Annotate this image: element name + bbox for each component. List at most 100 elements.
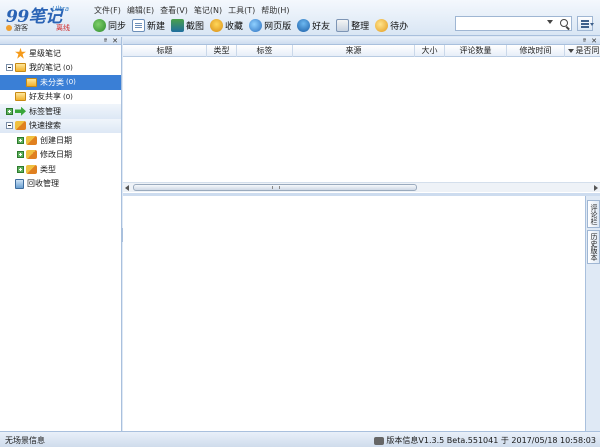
column-modified-time[interactable]: 修改时间: [507, 45, 565, 57]
scroll-thumb[interactable]: [133, 184, 417, 191]
expand-icon[interactable]: [6, 107, 13, 115]
tree-item[interactable]: 星级笔记: [0, 46, 121, 61]
sync-icon: [93, 18, 106, 32]
screenshot-icon: [171, 18, 185, 32]
top-bar: 99笔记 Ultra 游客 离线 文件(F) 编辑(E) 查看(V) 笔记(N)…: [0, 0, 600, 36]
menu-note[interactable]: 笔记(N): [194, 4, 228, 17]
close-icon[interactable]: ✕: [112, 37, 118, 45]
user-icon: [6, 25, 12, 31]
folder-icon: [15, 92, 26, 102]
note-list[interactable]: [123, 57, 600, 182]
quick-search-icon: [15, 121, 26, 131]
main-menu-button[interactable]: [577, 16, 594, 31]
tree-item[interactable]: 修改日期: [0, 148, 121, 163]
status-version: 版本信息V1.3.5 Beta.551041 于 2017/05/18 10:5…: [374, 435, 596, 446]
quick-search-icon: [26, 150, 37, 160]
scroll-right-icon[interactable]: [594, 185, 598, 191]
todo-label: 待办: [390, 21, 409, 32]
tree-item-label: 我的笔记: [29, 63, 61, 73]
pin-icon[interactable]: ª: [583, 37, 586, 45]
status-scene: 无场景信息: [5, 436, 45, 445]
tree-item-label: 标签管理: [29, 106, 61, 116]
expand-icon[interactable]: [17, 136, 24, 144]
menu-file[interactable]: 文件(F): [94, 4, 127, 17]
organize-button[interactable]: 整理: [335, 17, 374, 33]
column-synced[interactable]: 是否同: [575, 45, 600, 57]
menu-tools[interactable]: 工具(T): [228, 4, 261, 17]
list-panel-header: ª ✕: [123, 37, 600, 45]
column-header: 标题 类型 标签 来源 大小 评论数量 修改时间 是否同: [123, 45, 600, 57]
friends-label: 好友: [312, 21, 331, 32]
tree-item[interactable]: 标签管理: [0, 104, 121, 119]
search-icon[interactable]: [560, 19, 568, 27]
column-title[interactable]: 标题: [123, 45, 207, 57]
tree-item[interactable]: 未分类 (0): [0, 75, 121, 90]
tree-item-label: 未分类: [40, 77, 64, 87]
tree-item[interactable]: 回收管理: [0, 177, 121, 192]
toolbar: 同步 新建 截图 收藏 网页版 好友 整理 待办: [92, 17, 413, 33]
tree-item-label: 好友共享: [29, 92, 61, 102]
tree-item[interactable]: 类型: [0, 162, 121, 177]
tab-comments[interactable]: 评论栏: [587, 200, 600, 228]
note-list-panel: ª ✕ 标题 类型 标签 来源 大小 评论数量 修改时间 是否同: [123, 37, 600, 193]
logo-sub: Ultra: [52, 5, 69, 13]
favorite-icon: [210, 18, 224, 32]
user-status[interactable]: 游客: [6, 23, 28, 33]
user-name: 游客: [14, 24, 28, 32]
collapse-icon[interactable]: [6, 122, 13, 130]
column-type[interactable]: 类型: [207, 45, 237, 57]
sync-button[interactable]: 同步: [92, 17, 131, 33]
offline-status[interactable]: 离线: [56, 23, 70, 33]
tree-item[interactable]: 我的笔记 (0): [0, 61, 121, 76]
folder-icon: [15, 63, 26, 73]
star-icon: [15, 47, 26, 59]
recycle-bin-icon: [15, 178, 24, 189]
tree-item[interactable]: 创建日期: [0, 133, 121, 148]
new-note-button[interactable]: 新建: [131, 17, 170, 33]
tree-item[interactable]: 好友共享 (0): [0, 90, 121, 105]
search-input[interactable]: [456, 17, 552, 30]
column-comment-count[interactable]: 评论数量: [445, 45, 507, 57]
status-version-text: 版本信息V1.3.5 Beta.551041 于 2017/05/18 10:5…: [386, 436, 596, 445]
pin-icon[interactable]: ª: [104, 37, 107, 45]
sort-desc-icon: [568, 49, 574, 53]
new-note-icon: [132, 18, 146, 32]
tree-item-label: 快速搜索: [29, 121, 61, 131]
menu-edit[interactable]: 编辑(E): [127, 4, 160, 17]
menu-view[interactable]: 查看(V): [160, 4, 194, 17]
tree-item-count: (0): [66, 78, 76, 87]
close-icon[interactable]: ✕: [591, 37, 597, 45]
monitor-icon: [374, 436, 385, 445]
tree-item-label: 修改日期: [40, 150, 72, 160]
todo-button[interactable]: 待办: [374, 17, 413, 33]
note-content-area[interactable]: [123, 196, 585, 431]
tree-item[interactable]: 快速搜索: [0, 118, 121, 133]
quick-search-icon: [26, 164, 37, 174]
organize-icon: [336, 18, 350, 32]
tree-panel-header: ª ✕: [0, 37, 121, 45]
horizontal-scrollbar[interactable]: [123, 182, 600, 192]
tree-item-count: (0): [63, 63, 73, 72]
search-dropdown-icon[interactable]: [547, 20, 553, 24]
favorite-button[interactable]: 收藏: [209, 17, 248, 33]
expand-icon[interactable]: [17, 151, 24, 159]
folder-icon: [26, 77, 37, 87]
web-icon: [249, 18, 263, 32]
scroll-left-icon[interactable]: [125, 185, 129, 191]
tab-history[interactable]: 历史版本: [587, 230, 600, 264]
expand-icon[interactable]: [17, 165, 24, 173]
quick-search-icon: [26, 135, 37, 145]
screenshot-button[interactable]: 截图: [170, 17, 209, 33]
friends-button[interactable]: 好友: [296, 17, 335, 33]
column-tag[interactable]: 标签: [237, 45, 293, 57]
collapse-icon[interactable]: [6, 64, 13, 72]
web-version-button[interactable]: 网页版: [248, 17, 296, 33]
menu-help[interactable]: 帮助(H): [261, 4, 295, 17]
todo-icon: [375, 18, 389, 32]
column-size[interactable]: 大小: [415, 45, 445, 57]
tree-item-label: 类型: [40, 164, 56, 174]
search-box: [455, 16, 572, 31]
status-bar: 无场景信息 版本信息V1.3.5 Beta.551041 于 2017/05/1…: [0, 431, 600, 447]
menu-bar: 文件(F) 编辑(E) 查看(V) 笔记(N) 工具(T) 帮助(H): [94, 4, 296, 17]
column-source[interactable]: 来源: [293, 45, 415, 57]
